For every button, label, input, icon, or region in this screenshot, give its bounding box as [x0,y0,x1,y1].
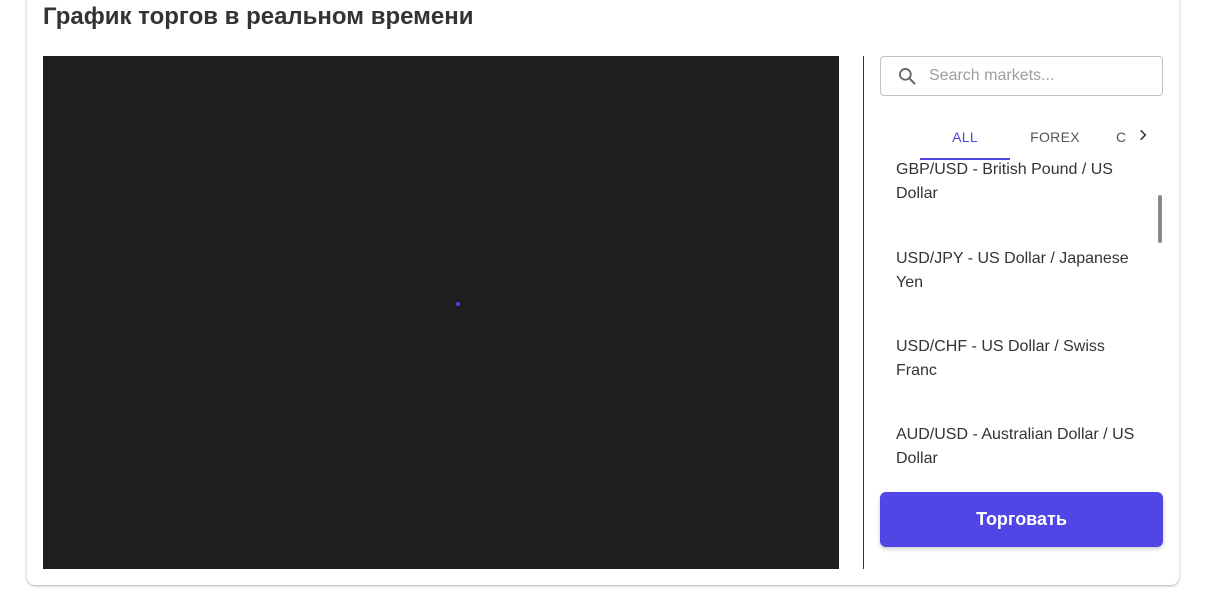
tab-forex[interactable]: FOREX [1010,114,1100,160]
list-item[interactable]: USD/CHF - US Dollar / Swiss Franc [896,335,1146,383]
search-input[interactable] [927,66,1147,86]
market-list[interactable]: GBP/USD - British Pound / US Dollar USD/… [880,160,1163,478]
list-item[interactable]: GBP/USD - British Pound / US Dollar [896,160,1146,206]
market-item-line: Franc [896,362,937,379]
market-item-line: Dollar [896,450,938,467]
search-icon [897,66,917,86]
market-item-line: AUD/USD - Australian Dollar / US [896,426,1135,443]
market-item-line: Dollar [896,185,938,202]
chevron-right-icon [1136,128,1150,147]
tabs-scroll-right-button[interactable] [1130,114,1156,160]
market-item-line: GBP/USD - British Pound / US [896,161,1113,178]
market-item-line: USD/CHF - US Dollar / Swiss [896,338,1105,355]
loading-indicator [456,302,460,306]
page-title: График торгов в реальном времени [43,3,474,30]
list-scrollbar[interactable] [1158,195,1162,243]
panel-divider [863,56,864,569]
search-field[interactable] [880,56,1163,96]
trade-button[interactable]: Торговать [880,492,1163,547]
tab-all[interactable]: ALL [920,114,1010,160]
chart-area[interactable] [43,56,839,569]
market-tabs: ALL FOREX C [880,114,1163,160]
list-item[interactable]: AUD/USD - Australian Dollar / US Dollar [896,423,1146,471]
market-item-line: Yen [896,274,923,291]
market-item-line: USD/JPY - US Dollar / Japanese [896,250,1129,267]
list-item[interactable]: USD/JPY - US Dollar / Japanese Yen [896,247,1146,295]
